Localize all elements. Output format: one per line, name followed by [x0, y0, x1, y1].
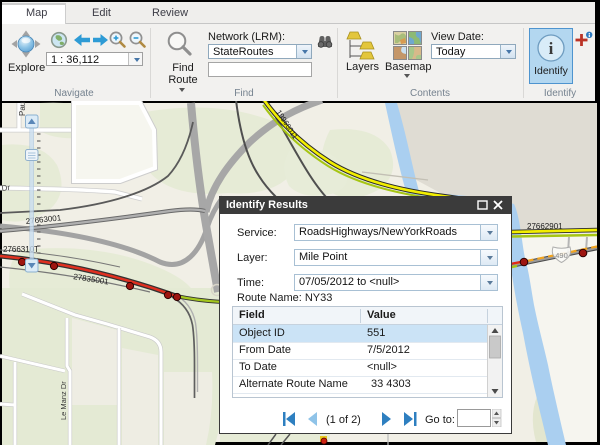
svg-text:Pau: Pau: [18, 102, 27, 116]
svg-text:Dr: Dr: [1, 183, 11, 193]
svg-text:Go to:: Go to:: [425, 414, 455, 426]
svg-text:Le Manz Dr: Le Manz Dr: [59, 381, 68, 420]
svg-text:27662901: 27662901: [527, 222, 563, 231]
svg-text:490: 490: [555, 251, 568, 260]
svg-text:i: i: [549, 39, 554, 58]
svg-text:(1 of 2): (1 of 2): [326, 414, 361, 426]
